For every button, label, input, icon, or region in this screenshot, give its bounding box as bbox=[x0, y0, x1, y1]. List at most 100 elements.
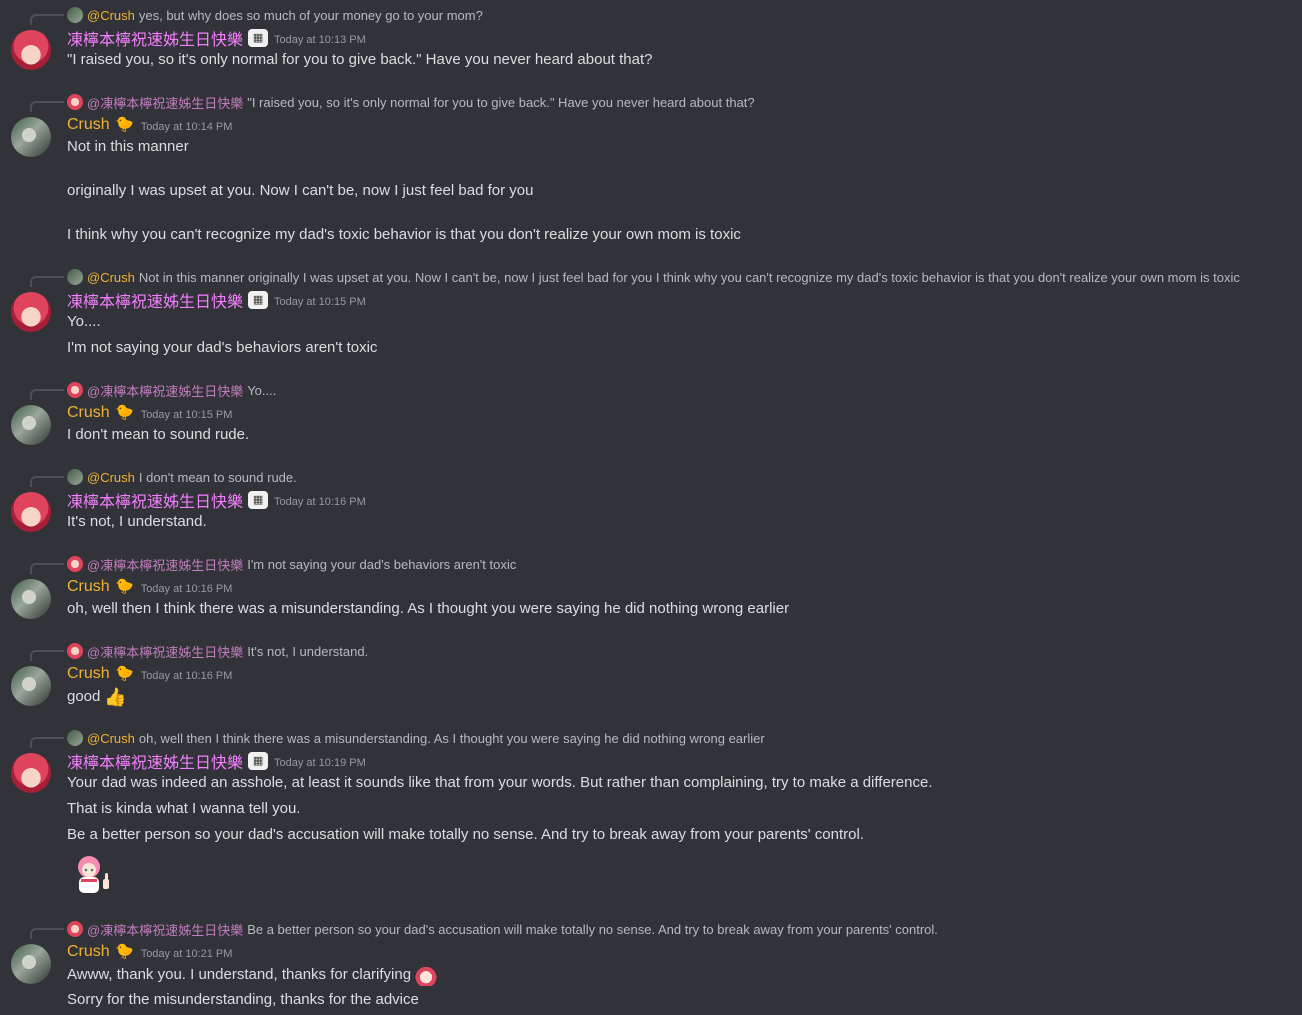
reply-mention[interactable]: @凍檸本檸祝速姊生日快樂 bbox=[87, 920, 243, 939]
avatar[interactable] bbox=[11, 405, 51, 445]
avatar[interactable] bbox=[11, 292, 51, 332]
message-text: That is kinda what I wanna tell you. bbox=[67, 800, 301, 817]
message-text-content: Awww, thank you. I understand, thanks fo… bbox=[67, 965, 412, 983]
reply-mention[interactable]: @Crush bbox=[87, 8, 135, 23]
reply-connector bbox=[30, 101, 64, 112]
username[interactable]: 凍檸本檸祝速姊生日快樂 bbox=[67, 26, 243, 50]
username[interactable]: 凍檸本檸祝速姊生日快樂 bbox=[67, 488, 243, 512]
reply-text[interactable]: oh, well then I think there was a misund… bbox=[139, 731, 765, 746]
message-text: oh, well then I think there was a misund… bbox=[67, 600, 790, 617]
message-text: Yo.... bbox=[67, 313, 101, 330]
reply-text[interactable]: yes, but why does so much of your money … bbox=[139, 8, 483, 23]
message-text: I think why you can't recognize my dad's… bbox=[67, 226, 741, 243]
message-header: Crush 🐤 Today at 10:16 PM bbox=[67, 663, 232, 685]
chick-icon[interactable]: 🐤 bbox=[115, 578, 135, 596]
message-text: Not in this manner bbox=[67, 138, 189, 155]
timestamp[interactable]: Today at 10:13 PM bbox=[274, 31, 366, 46]
reply-preview[interactable]: @凍檸本檸祝速姊生日快樂 Be a better person so your … bbox=[67, 920, 938, 939]
message-text: Awww, thank you. I understand, thanks fo… bbox=[67, 964, 438, 986]
username[interactable]: Crush bbox=[67, 578, 110, 596]
avatar[interactable] bbox=[11, 579, 51, 619]
username[interactable]: Crush bbox=[67, 116, 110, 134]
reply-mention[interactable]: @凍檸本檸祝速姊生日快樂 bbox=[87, 555, 243, 574]
reply-mention[interactable]: @Crush bbox=[87, 470, 135, 485]
message-header: 凍檸本檸祝速姊生日快樂 ▦ Today at 10:19 PM bbox=[67, 750, 366, 772]
reply-text[interactable]: Yo.... bbox=[247, 383, 276, 398]
reply-preview[interactable]: @凍檸本檸祝速姊生日快樂 "I raised you, so it's only… bbox=[67, 93, 755, 112]
reply-text[interactable]: I'm not saying your dad's behaviors aren… bbox=[247, 557, 516, 572]
cake-icon[interactable]: ▦ bbox=[248, 291, 269, 309]
reply-preview[interactable]: @凍檸本檸祝速姊生日快樂 Yo.... bbox=[67, 381, 276, 400]
avatar[interactable] bbox=[11, 666, 51, 706]
message-header: Crush 🐤 Today at 10:21 PM bbox=[67, 941, 232, 963]
reply-text[interactable]: Not in this manner originally I was upse… bbox=[139, 270, 1240, 285]
reply-connector bbox=[30, 476, 64, 487]
chick-icon[interactable]: 🐤 bbox=[115, 116, 135, 134]
reply-connector bbox=[30, 563, 64, 574]
username[interactable]: Crush bbox=[67, 665, 110, 683]
message-text: Sorry for the misunderstanding, thanks f… bbox=[67, 991, 419, 1008]
reply-avatar bbox=[67, 7, 83, 23]
reply-preview[interactable]: @Crush I don't mean to sound rude. bbox=[67, 469, 297, 485]
cake-icon[interactable]: ▦ bbox=[248, 29, 269, 47]
reply-mention[interactable]: @凍檸本檸祝速姊生日快樂 bbox=[87, 381, 243, 400]
reply-avatar bbox=[67, 643, 83, 659]
message-header: 凍檸本檸祝速姊生日快樂 ▦ Today at 10:16 PM bbox=[67, 489, 366, 511]
timestamp[interactable]: Today at 10:16 PM bbox=[274, 493, 366, 508]
reply-preview[interactable]: @Crush oh, well then I think there was a… bbox=[67, 730, 765, 746]
anime-girl-thumbs-up-sticker[interactable] bbox=[67, 853, 117, 895]
timestamp[interactable]: Today at 10:21 PM bbox=[141, 945, 233, 960]
reply-text[interactable]: "I raised you, so it's only normal for y… bbox=[247, 95, 754, 110]
reply-text[interactable]: It's not, I understand. bbox=[247, 644, 368, 659]
reply-connector bbox=[30, 276, 64, 287]
reply-mention[interactable]: @Crush bbox=[87, 731, 135, 746]
cake-icon[interactable]: ▦ bbox=[248, 752, 269, 770]
username[interactable]: 凍檸本檸祝速姊生日快樂 bbox=[67, 749, 243, 773]
avatar[interactable] bbox=[11, 30, 51, 70]
message-header: Crush 🐤 Today at 10:14 PM bbox=[67, 114, 232, 136]
username[interactable]: 凍檸本檸祝速姊生日快樂 bbox=[67, 288, 243, 312]
username[interactable]: Crush bbox=[67, 943, 110, 961]
reply-text[interactable]: I don't mean to sound rude. bbox=[139, 470, 297, 485]
chick-icon[interactable]: 🐤 bbox=[115, 943, 135, 961]
reply-preview[interactable]: @凍檸本檸祝速姊生日快樂 I'm not saying your dad's b… bbox=[67, 555, 516, 574]
message-header: 凍檸本檸祝速姊生日快樂 ▦ Today at 10:13 PM bbox=[67, 27, 366, 49]
reply-preview[interactable]: @凍檸本檸祝速姊生日快樂 It's not, I understand. bbox=[67, 642, 368, 661]
timestamp[interactable]: Today at 10:14 PM bbox=[141, 118, 233, 133]
anime-face-emoji[interactable] bbox=[415, 964, 438, 986]
cake-icon[interactable]: ▦ bbox=[248, 491, 269, 509]
message-text: I don't mean to sound rude. bbox=[67, 426, 250, 443]
avatar[interactable] bbox=[11, 944, 51, 984]
reply-connector bbox=[30, 737, 64, 748]
avatar[interactable] bbox=[11, 117, 51, 157]
reply-connector bbox=[30, 650, 64, 661]
reply-avatar bbox=[67, 94, 83, 110]
reply-mention[interactable]: @凍檸本檸祝速姊生日快樂 bbox=[87, 93, 243, 112]
chat-messages: @Crush yes, but why does so much of your… bbox=[0, 0, 1302, 1015]
reply-preview[interactable]: @Crush yes, but why does so much of your… bbox=[67, 7, 483, 23]
reply-avatar bbox=[67, 469, 83, 485]
reply-connector bbox=[30, 389, 64, 400]
reply-text[interactable]: Be a better person so your dad's accusat… bbox=[247, 922, 938, 937]
thumbs-up-icon[interactable]: 👍 bbox=[104, 686, 126, 708]
timestamp[interactable]: Today at 10:16 PM bbox=[141, 580, 233, 595]
reply-mention[interactable]: @凍檸本檸祝速姊生日快樂 bbox=[87, 642, 243, 661]
avatar[interactable] bbox=[11, 753, 51, 793]
reply-connector bbox=[30, 928, 64, 939]
message-text: Your dad was indeed an asshole, at least… bbox=[67, 774, 933, 791]
username[interactable]: Crush bbox=[67, 404, 110, 422]
chick-icon[interactable]: 🐤 bbox=[115, 665, 135, 683]
avatar[interactable] bbox=[11, 492, 51, 532]
message-text-content: good bbox=[67, 687, 101, 705]
message-header: Crush 🐤 Today at 10:15 PM bbox=[67, 402, 232, 424]
reply-avatar bbox=[67, 556, 83, 572]
chick-icon[interactable]: 🐤 bbox=[115, 404, 135, 422]
reply-avatar bbox=[67, 382, 83, 398]
timestamp[interactable]: Today at 10:15 PM bbox=[141, 406, 233, 421]
reply-mention[interactable]: @Crush bbox=[87, 270, 135, 285]
timestamp[interactable]: Today at 10:15 PM bbox=[274, 293, 366, 308]
timestamp[interactable]: Today at 10:16 PM bbox=[141, 667, 233, 682]
timestamp[interactable]: Today at 10:19 PM bbox=[274, 754, 366, 769]
reply-avatar bbox=[67, 269, 83, 285]
reply-preview[interactable]: @Crush Not in this manner originally I w… bbox=[67, 269, 1240, 285]
